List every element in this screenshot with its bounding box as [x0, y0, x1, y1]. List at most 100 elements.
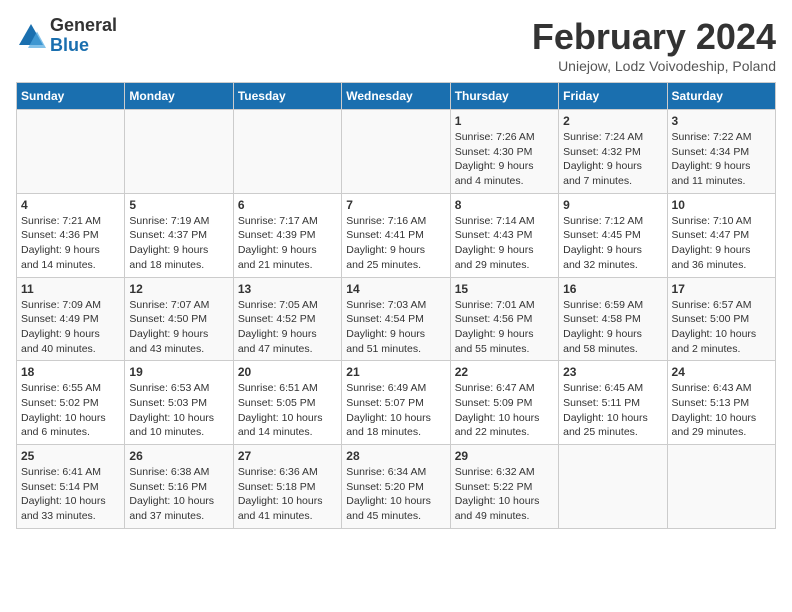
day-number: 12: [129, 282, 228, 296]
calendar-cell: 21 Sunrise: 6:49 AM Sunset: 5:07 PM Dayli…: [342, 361, 450, 445]
calendar-cell: 20 Sunrise: 6:51 AM Sunset: 5:05 PM Dayli…: [233, 361, 341, 445]
calendar-cell: 25Sunrise: 6:41 AM Sunset: 5:14 PM Dayli…: [17, 445, 125, 529]
day-number: 5: [129, 198, 228, 212]
calendar-cell: [233, 110, 341, 194]
day-number: 15: [455, 282, 554, 296]
week-row-4: 18Sunrise: 6:55 AM Sunset: 5:02 PM Dayli…: [17, 361, 776, 445]
day-number: 16: [563, 282, 662, 296]
day-number: 9: [563, 198, 662, 212]
calendar-cell: [342, 110, 450, 194]
day-number: 3: [672, 114, 771, 128]
calendar-cell: [17, 110, 125, 194]
column-header-saturday: Saturday: [667, 83, 775, 110]
week-row-1: 1 Sunrise: 7:26 AM Sunset: 4:30 PM Daylig…: [17, 110, 776, 194]
calendar-cell: 27Sunrise: 6:36 AM Sunset: 5:18 PM Dayli…: [233, 445, 341, 529]
day-number: 4: [21, 198, 120, 212]
calendar-cell: 13 Sunrise: 7:05 AM Sunset: 4:52 PM Dayli…: [233, 277, 341, 361]
page-header: General Blue February 2024 Uniejow, Lodz…: [16, 16, 776, 74]
day-info: Sunrise: 6:38 AM Sunset: 5:16 PM Dayligh…: [129, 465, 228, 524]
calendar-cell: 19 Sunrise: 6:53 AM Sunset: 5:03 PM Dayli…: [125, 361, 233, 445]
day-info: Sunrise: 6:32 AM Sunset: 5:22 PM Dayligh…: [455, 465, 554, 524]
calendar-cell: 18Sunrise: 6:55 AM Sunset: 5:02 PM Dayli…: [17, 361, 125, 445]
day-info: Sunrise: 6:34 AM Sunset: 5:20 PM Dayligh…: [346, 465, 445, 524]
day-info: Sunrise: 7:10 AM Sunset: 4:47 PM Dayligh…: [672, 214, 771, 273]
day-number: 25: [21, 449, 120, 463]
calendar-cell: [559, 445, 667, 529]
calendar-cell: 16 Sunrise: 6:59 AM Sunset: 4:58 PM Dayli…: [559, 277, 667, 361]
calendar-cell: 5Sunrise: 7:19 AM Sunset: 4:37 PM Daylig…: [125, 193, 233, 277]
column-header-thursday: Thursday: [450, 83, 558, 110]
calendar-cell: 29 Sunrise: 6:32 AM Sunset: 5:22 PM Dayli…: [450, 445, 558, 529]
calendar-cell: 8 Sunrise: 7:14 AM Sunset: 4:43 PM Daylig…: [450, 193, 558, 277]
calendar-cell: 12 Sunrise: 7:07 AM Sunset: 4:50 PM Dayli…: [125, 277, 233, 361]
day-number: 26: [129, 449, 228, 463]
calendar-cell: 3 Sunrise: 7:22 AM Sunset: 4:34 PM Daylig…: [667, 110, 775, 194]
day-info: Sunrise: 6:49 AM Sunset: 5:07 PM Dayligh…: [346, 381, 445, 440]
day-info: Sunrise: 7:09 AM Sunset: 4:49 PM Dayligh…: [21, 298, 120, 357]
day-number: 28: [346, 449, 445, 463]
day-number: 2: [563, 114, 662, 128]
day-info: Sunrise: 7:01 AM Sunset: 4:56 PM Dayligh…: [455, 298, 554, 357]
day-info: Sunrise: 6:53 AM Sunset: 5:03 PM Dayligh…: [129, 381, 228, 440]
calendar-cell: 22Sunrise: 6:47 AM Sunset: 5:09 PM Dayli…: [450, 361, 558, 445]
day-info: Sunrise: 7:21 AM Sunset: 4:36 PM Dayligh…: [21, 214, 120, 273]
column-header-friday: Friday: [559, 83, 667, 110]
calendar-cell: 15 Sunrise: 7:01 AM Sunset: 4:56 PM Dayli…: [450, 277, 558, 361]
day-info: Sunrise: 7:22 AM Sunset: 4:34 PM Dayligh…: [672, 130, 771, 189]
day-info: Sunrise: 6:43 AM Sunset: 5:13 PM Dayligh…: [672, 381, 771, 440]
calendar-cell: 7Sunrise: 7:16 AM Sunset: 4:41 PM Daylig…: [342, 193, 450, 277]
day-number: 10: [672, 198, 771, 212]
day-number: 20: [238, 365, 337, 379]
calendar-cell: 10 Sunrise: 7:10 AM Sunset: 4:47 PM Dayli…: [667, 193, 775, 277]
day-number: 21: [346, 365, 445, 379]
day-info: Sunrise: 6:51 AM Sunset: 5:05 PM Dayligh…: [238, 381, 337, 440]
calendar-cell: 28 Sunrise: 6:34 AM Sunset: 5:20 PM Dayli…: [342, 445, 450, 529]
day-number: 17: [672, 282, 771, 296]
calendar-cell: [667, 445, 775, 529]
logo-line1: General: [50, 16, 117, 36]
day-number: 29: [455, 449, 554, 463]
day-number: 22: [455, 365, 554, 379]
day-number: 19: [129, 365, 228, 379]
calendar-cell: 26 Sunrise: 6:38 AM Sunset: 5:16 PM Dayli…: [125, 445, 233, 529]
logo-icon: [16, 21, 46, 51]
column-header-tuesday: Tuesday: [233, 83, 341, 110]
day-info: Sunrise: 7:12 AM Sunset: 4:45 PM Dayligh…: [563, 214, 662, 273]
calendar-cell: 14Sunrise: 7:03 AM Sunset: 4:54 PM Dayli…: [342, 277, 450, 361]
day-info: Sunrise: 7:26 AM Sunset: 4:30 PM Dayligh…: [455, 130, 554, 189]
day-number: 8: [455, 198, 554, 212]
day-number: 23: [563, 365, 662, 379]
calendar-body: 1 Sunrise: 7:26 AM Sunset: 4:30 PM Daylig…: [17, 110, 776, 529]
day-info: Sunrise: 7:14 AM Sunset: 4:43 PM Dayligh…: [455, 214, 554, 273]
day-number: 7: [346, 198, 445, 212]
title-block: February 2024 Uniejow, Lodz Voivodeship,…: [532, 16, 776, 74]
calendar-subtitle: Uniejow, Lodz Voivodeship, Poland: [532, 58, 776, 74]
calendar-cell: 11 Sunrise: 7:09 AM Sunset: 4:49 PM Dayli…: [17, 277, 125, 361]
day-info: Sunrise: 7:24 AM Sunset: 4:32 PM Dayligh…: [563, 130, 662, 189]
day-info: Sunrise: 7:03 AM Sunset: 4:54 PM Dayligh…: [346, 298, 445, 357]
calendar-cell: 4 Sunrise: 7:21 AM Sunset: 4:36 PM Daylig…: [17, 193, 125, 277]
calendar-cell: 23Sunrise: 6:45 AM Sunset: 5:11 PM Dayli…: [559, 361, 667, 445]
day-info: Sunrise: 6:57 AM Sunset: 5:00 PM Dayligh…: [672, 298, 771, 357]
calendar-cell: 1 Sunrise: 7:26 AM Sunset: 4:30 PM Daylig…: [450, 110, 558, 194]
day-number: 1: [455, 114, 554, 128]
day-info: Sunrise: 6:36 AM Sunset: 5:18 PM Dayligh…: [238, 465, 337, 524]
day-info: Sunrise: 7:07 AM Sunset: 4:50 PM Dayligh…: [129, 298, 228, 357]
calendar-cell: 24Sunrise: 6:43 AM Sunset: 5:13 PM Dayli…: [667, 361, 775, 445]
calendar-cell: 6 Sunrise: 7:17 AM Sunset: 4:39 PM Daylig…: [233, 193, 341, 277]
calendar-cell: 17 Sunrise: 6:57 AM Sunset: 5:00 PM Dayli…: [667, 277, 775, 361]
day-info: Sunrise: 7:05 AM Sunset: 4:52 PM Dayligh…: [238, 298, 337, 357]
week-row-2: 4 Sunrise: 7:21 AM Sunset: 4:36 PM Daylig…: [17, 193, 776, 277]
day-number: 18: [21, 365, 120, 379]
column-header-wednesday: Wednesday: [342, 83, 450, 110]
day-info: Sunrise: 7:17 AM Sunset: 4:39 PM Dayligh…: [238, 214, 337, 273]
day-number: 13: [238, 282, 337, 296]
calendar-title: February 2024: [532, 16, 776, 58]
day-number: 6: [238, 198, 337, 212]
logo-line2: Blue: [50, 36, 117, 56]
day-number: 11: [21, 282, 120, 296]
week-row-3: 11 Sunrise: 7:09 AM Sunset: 4:49 PM Dayli…: [17, 277, 776, 361]
calendar-table: SundayMondayTuesdayWednesdayThursdayFrid…: [16, 82, 776, 529]
calendar-header-row: SundayMondayTuesdayWednesdayThursdayFrid…: [17, 83, 776, 110]
day-info: Sunrise: 6:59 AM Sunset: 4:58 PM Dayligh…: [563, 298, 662, 357]
